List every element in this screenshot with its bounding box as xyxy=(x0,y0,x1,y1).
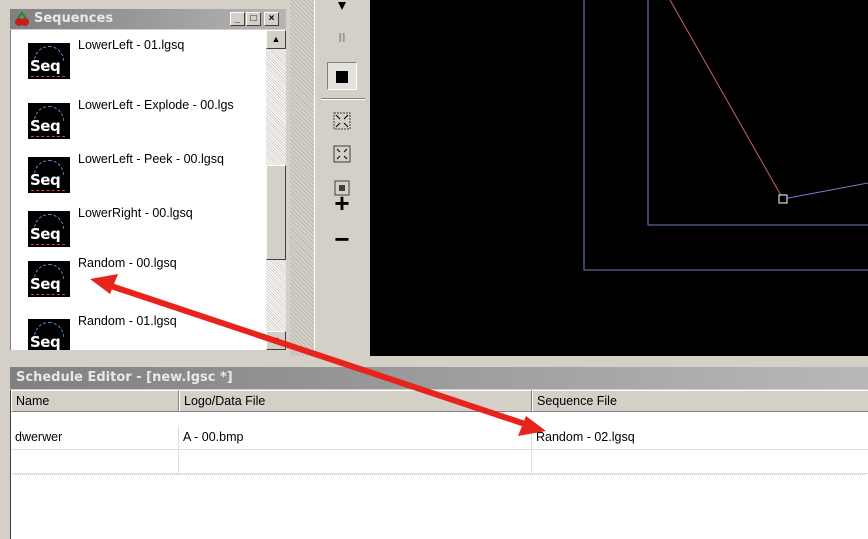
sequence-list-scrollbar[interactable]: ▲ ▼ xyxy=(266,30,286,350)
path-node xyxy=(778,194,788,204)
sequence-item[interactable]: Seq Random - 00.lgsq xyxy=(19,252,266,302)
sequence-thumbnail: Seq xyxy=(28,211,70,247)
minimize-button[interactable]: _ xyxy=(230,12,245,26)
table-cell-sequence-file[interactable]: Random - 02.lgsq xyxy=(532,426,868,450)
preview-canvas[interactable] xyxy=(370,0,868,356)
sequences-title: Sequences xyxy=(34,11,114,26)
table-cell-empty[interactable] xyxy=(532,450,868,474)
sequence-name: LowerLeft - 01.lgsq xyxy=(78,38,185,52)
stop-icon xyxy=(336,71,348,83)
scroll-thumb[interactable] xyxy=(266,165,286,260)
sequence-list[interactable]: Seq LowerLeft - 01.lgsq Seq LowerLeft - … xyxy=(10,30,266,350)
scroll-down-button[interactable]: ▼ xyxy=(266,331,286,350)
sequence-thumbnail: Seq xyxy=(28,43,70,79)
sequence-item[interactable]: Seq LowerLeft - 01.lgsq xyxy=(19,34,266,84)
path-segment-red xyxy=(669,0,784,200)
toolbar-separator xyxy=(321,98,365,100)
sequence-thumbnail: Seq xyxy=(28,103,70,139)
column-header-name[interactable]: Name xyxy=(11,390,179,412)
pause-button[interactable]: II xyxy=(329,30,355,54)
maximize-button[interactable]: □ xyxy=(246,12,261,26)
fit-window-icon[interactable] xyxy=(329,112,355,136)
panel-gap xyxy=(0,356,868,367)
table-cell-logo-file[interactable]: A - 00.bmp xyxy=(179,426,532,450)
sequences-title-bar[interactable]: Sequences _ □ × xyxy=(10,9,286,29)
table-cell-empty[interactable] xyxy=(11,450,179,474)
zoom-out-button[interactable]: − xyxy=(329,226,355,252)
sequence-item[interactable]: Seq LowerLeft - Explode - 00.lgs xyxy=(19,94,266,144)
sequence-name: LowerLeft - Explode - 00.lgs xyxy=(78,98,234,112)
sequence-thumbnail: Seq xyxy=(28,261,70,297)
column-header-sequence-file[interactable]: Sequence File xyxy=(532,390,868,412)
expand-icon[interactable] xyxy=(329,145,355,169)
inner-safe-area xyxy=(647,0,868,226)
column-header-logo-file[interactable]: Logo/Data File xyxy=(179,390,532,412)
schedule-table[interactable]: Name Logo/Data File Sequence File dwerwe… xyxy=(10,390,868,539)
close-button[interactable]: × xyxy=(264,12,279,26)
sequence-name: LowerRight - 00.lgsq xyxy=(78,206,193,220)
schedule-editor-title: Schedule Editor - [new.lgsc *] xyxy=(16,370,233,385)
sequence-name: LowerLeft - Peek - 00.lgsq xyxy=(78,152,224,166)
scroll-up-button[interactable]: ▲ xyxy=(266,30,286,49)
splitter[interactable] xyxy=(290,0,314,356)
path-segment-blue xyxy=(782,182,868,200)
schedule-editor-title-bar[interactable]: Schedule Editor - [new.lgsc *] xyxy=(10,367,868,389)
sequence-item[interactable]: Seq LowerLeft - Peek - 00.lgsq xyxy=(19,148,266,198)
preview-toolbar: II + − xyxy=(314,0,370,356)
sequence-name: Random - 00.lgsq xyxy=(78,256,177,270)
table-cell-name[interactable]: dwerwer xyxy=(11,426,179,450)
row-separator xyxy=(15,474,865,475)
sequence-name: Random - 01.lgsq xyxy=(78,314,177,328)
stop-button[interactable] xyxy=(327,62,357,90)
table-cell-empty[interactable] xyxy=(179,450,532,474)
sequence-item[interactable]: Seq Random - 01.lgsq xyxy=(19,310,266,350)
zoom-in-button[interactable]: + xyxy=(329,190,355,216)
sequence-item[interactable]: Seq LowerRight - 00.lgsq xyxy=(19,202,266,252)
outer-safe-area xyxy=(583,0,868,271)
sequence-thumbnail: Seq xyxy=(28,157,70,193)
sequences-app-icon xyxy=(14,11,30,27)
play-icon[interactable] xyxy=(329,2,355,26)
sequence-thumbnail: Seq xyxy=(28,319,70,350)
